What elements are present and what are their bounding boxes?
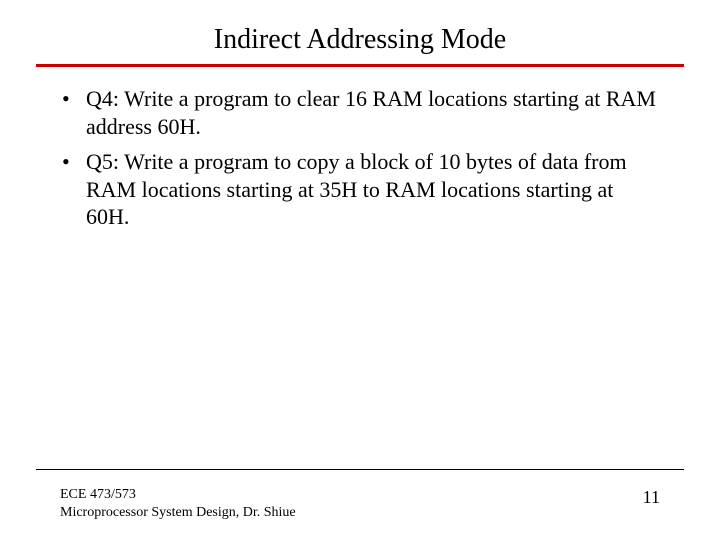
course-code: ECE 473/573 xyxy=(60,486,296,504)
course-title: Microprocessor System Design, Dr. Shiue xyxy=(60,504,296,522)
title-area: Indirect Addressing Mode xyxy=(0,0,720,56)
bullet-text: Q4: Write a program to clear 16 RAM loca… xyxy=(86,86,656,139)
bullet-text: Q5: Write a program to copy a block of 1… xyxy=(86,149,627,229)
bullet-list: Q4: Write a program to clear 16 RAM loca… xyxy=(60,85,660,231)
body-content: Q4: Write a program to clear 16 RAM loca… xyxy=(0,67,720,231)
page-number: 11 xyxy=(643,486,660,509)
footer-left: ECE 473/573 Microprocessor System Design… xyxy=(60,486,296,522)
slide: Indirect Addressing Mode Q4: Write a pro… xyxy=(0,0,720,540)
slide-title: Indirect Addressing Mode xyxy=(0,24,720,56)
footer: ECE 473/573 Microprocessor System Design… xyxy=(60,486,660,522)
list-item: Q4: Write a program to clear 16 RAM loca… xyxy=(60,85,660,140)
list-item: Q5: Write a program to copy a block of 1… xyxy=(60,148,660,231)
footer-divider xyxy=(36,469,684,470)
